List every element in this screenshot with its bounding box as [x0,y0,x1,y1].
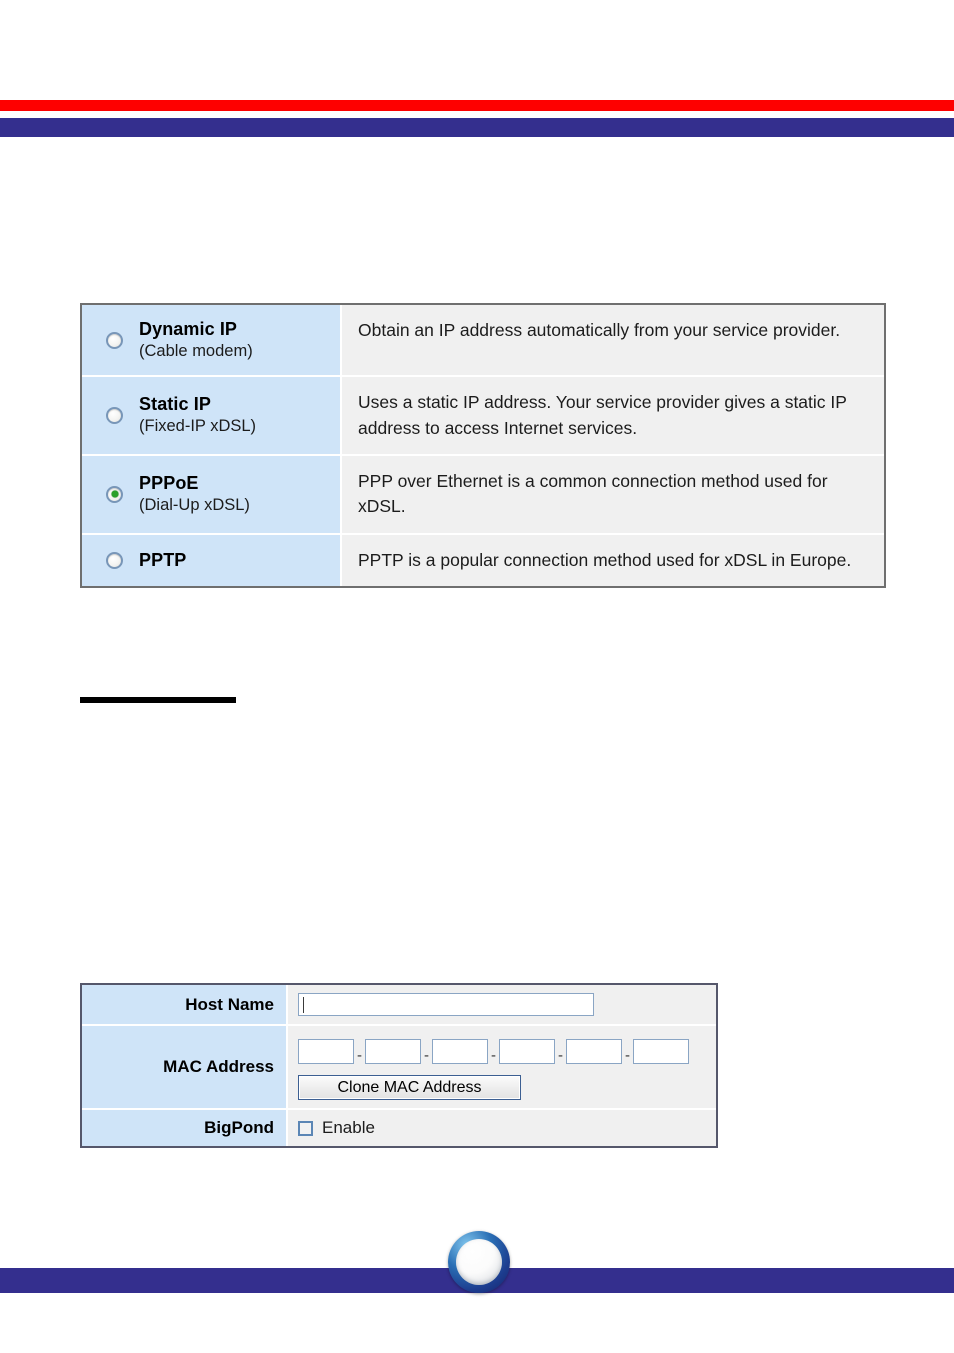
mac-address-inputs: - - - - - [298,1034,706,1068]
connection-type-description: Obtain an IP address automatically from … [342,305,884,376]
mac-address-label: MAC Address [82,1026,288,1108]
connection-type-description: PPP over Ethernet is a common connection… [342,455,884,533]
connection-type-description: PPTP is a popular connection method used… [342,534,884,587]
bigpond-label: BigPond [82,1110,288,1146]
radio-dynamic-ip-icon[interactable] [106,331,123,349]
connection-type-option-static-ip[interactable]: Static IP (Fixed-IP xDSL) [82,377,342,454]
mac-octet-5[interactable] [566,1038,622,1064]
host-name-label: Host Name [82,985,288,1024]
mac-octet-2[interactable] [365,1038,421,1064]
connection-type-label-group: Dynamic IP (Cable modem) [139,318,253,362]
header-blue-rule [0,118,954,137]
host-name-field-cell [288,985,716,1024]
header-red-rule [0,100,954,111]
bigpond-enable-checkbox[interactable] [298,1120,313,1136]
connection-type-option-pppoe[interactable]: PPPoE (Dial-Up xDSL) [82,455,342,533]
bigpond-enable-label: Enable [322,1118,375,1137]
clone-mac-address-button[interactable]: Clone MAC Address [298,1075,521,1100]
connection-type-title: PPTP [139,549,187,570]
bigpond-enable-row[interactable]: Enable [298,1118,706,1138]
connection-type-row-dynamic-ip[interactable]: Dynamic IP (Cable modem) Obtain an IP ad… [82,305,884,378]
connection-type-label-group: PPPoE (Dial-Up xDSL) [139,472,250,516]
connection-type-title: PPPoE [139,473,199,494]
radio-pptp-icon[interactable] [106,551,123,569]
mac-octet-3[interactable] [432,1038,488,1064]
text-caret [303,997,304,1013]
connection-type-title: Static IP [139,394,211,415]
mac-separator: - [424,1047,429,1064]
connection-type-title: Dynamic IP [139,319,238,339]
mac-separator: - [357,1047,362,1064]
mac-octet-6[interactable] [633,1038,689,1064]
host-name-input[interactable] [298,993,594,1016]
wan-settings-form: Host Name MAC Address - - - - - Clone MA… [80,983,718,1148]
mac-separator: - [558,1047,563,1064]
form-row-bigpond: BigPond Enable [82,1110,716,1146]
connection-type-option-pptp[interactable]: PPTP [82,534,342,587]
form-row-host-name: Host Name [82,985,716,1026]
connection-type-option-dynamic-ip[interactable]: Dynamic IP (Cable modem) [82,305,342,376]
connection-type-description: Uses a static IP address. Your service p… [342,377,884,454]
section-heading-rule [80,697,236,703]
connection-type-table: Dynamic IP (Cable modem) Obtain an IP ad… [80,303,886,589]
bigpond-field-cell: Enable [288,1110,716,1146]
connection-type-label-group: Static IP (Fixed-IP xDSL) [139,393,256,437]
mac-separator: - [625,1047,630,1064]
mac-octet-1[interactable] [298,1038,354,1064]
mac-address-field-cell: - - - - - Clone MAC Address [288,1026,716,1108]
form-row-mac-address: MAC Address - - - - - Clone MAC Address [82,1026,716,1110]
connection-type-subtitle: (Cable modem) [139,342,253,361]
radio-static-ip-icon[interactable] [106,407,123,425]
mac-separator: - [491,1047,496,1064]
connection-type-row-static-ip[interactable]: Static IP (Fixed-IP xDSL) Uses a static … [82,377,884,456]
connection-type-row-pptp[interactable]: PPTP PPTP is a popular connection method… [82,534,884,587]
radio-pppoe-icon[interactable] [106,485,123,503]
mac-octet-4[interactable] [499,1038,555,1064]
connection-type-label-group: PPTP [139,549,186,572]
connection-type-subtitle: (Dial-Up xDSL) [139,496,250,515]
brand-sphere-logo-icon [448,1231,510,1293]
connection-type-subtitle: (Fixed-IP xDSL) [139,417,257,436]
connection-type-row-pppoe[interactable]: PPPoE (Dial-Up xDSL) PPP over Ethernet i… [82,455,884,535]
